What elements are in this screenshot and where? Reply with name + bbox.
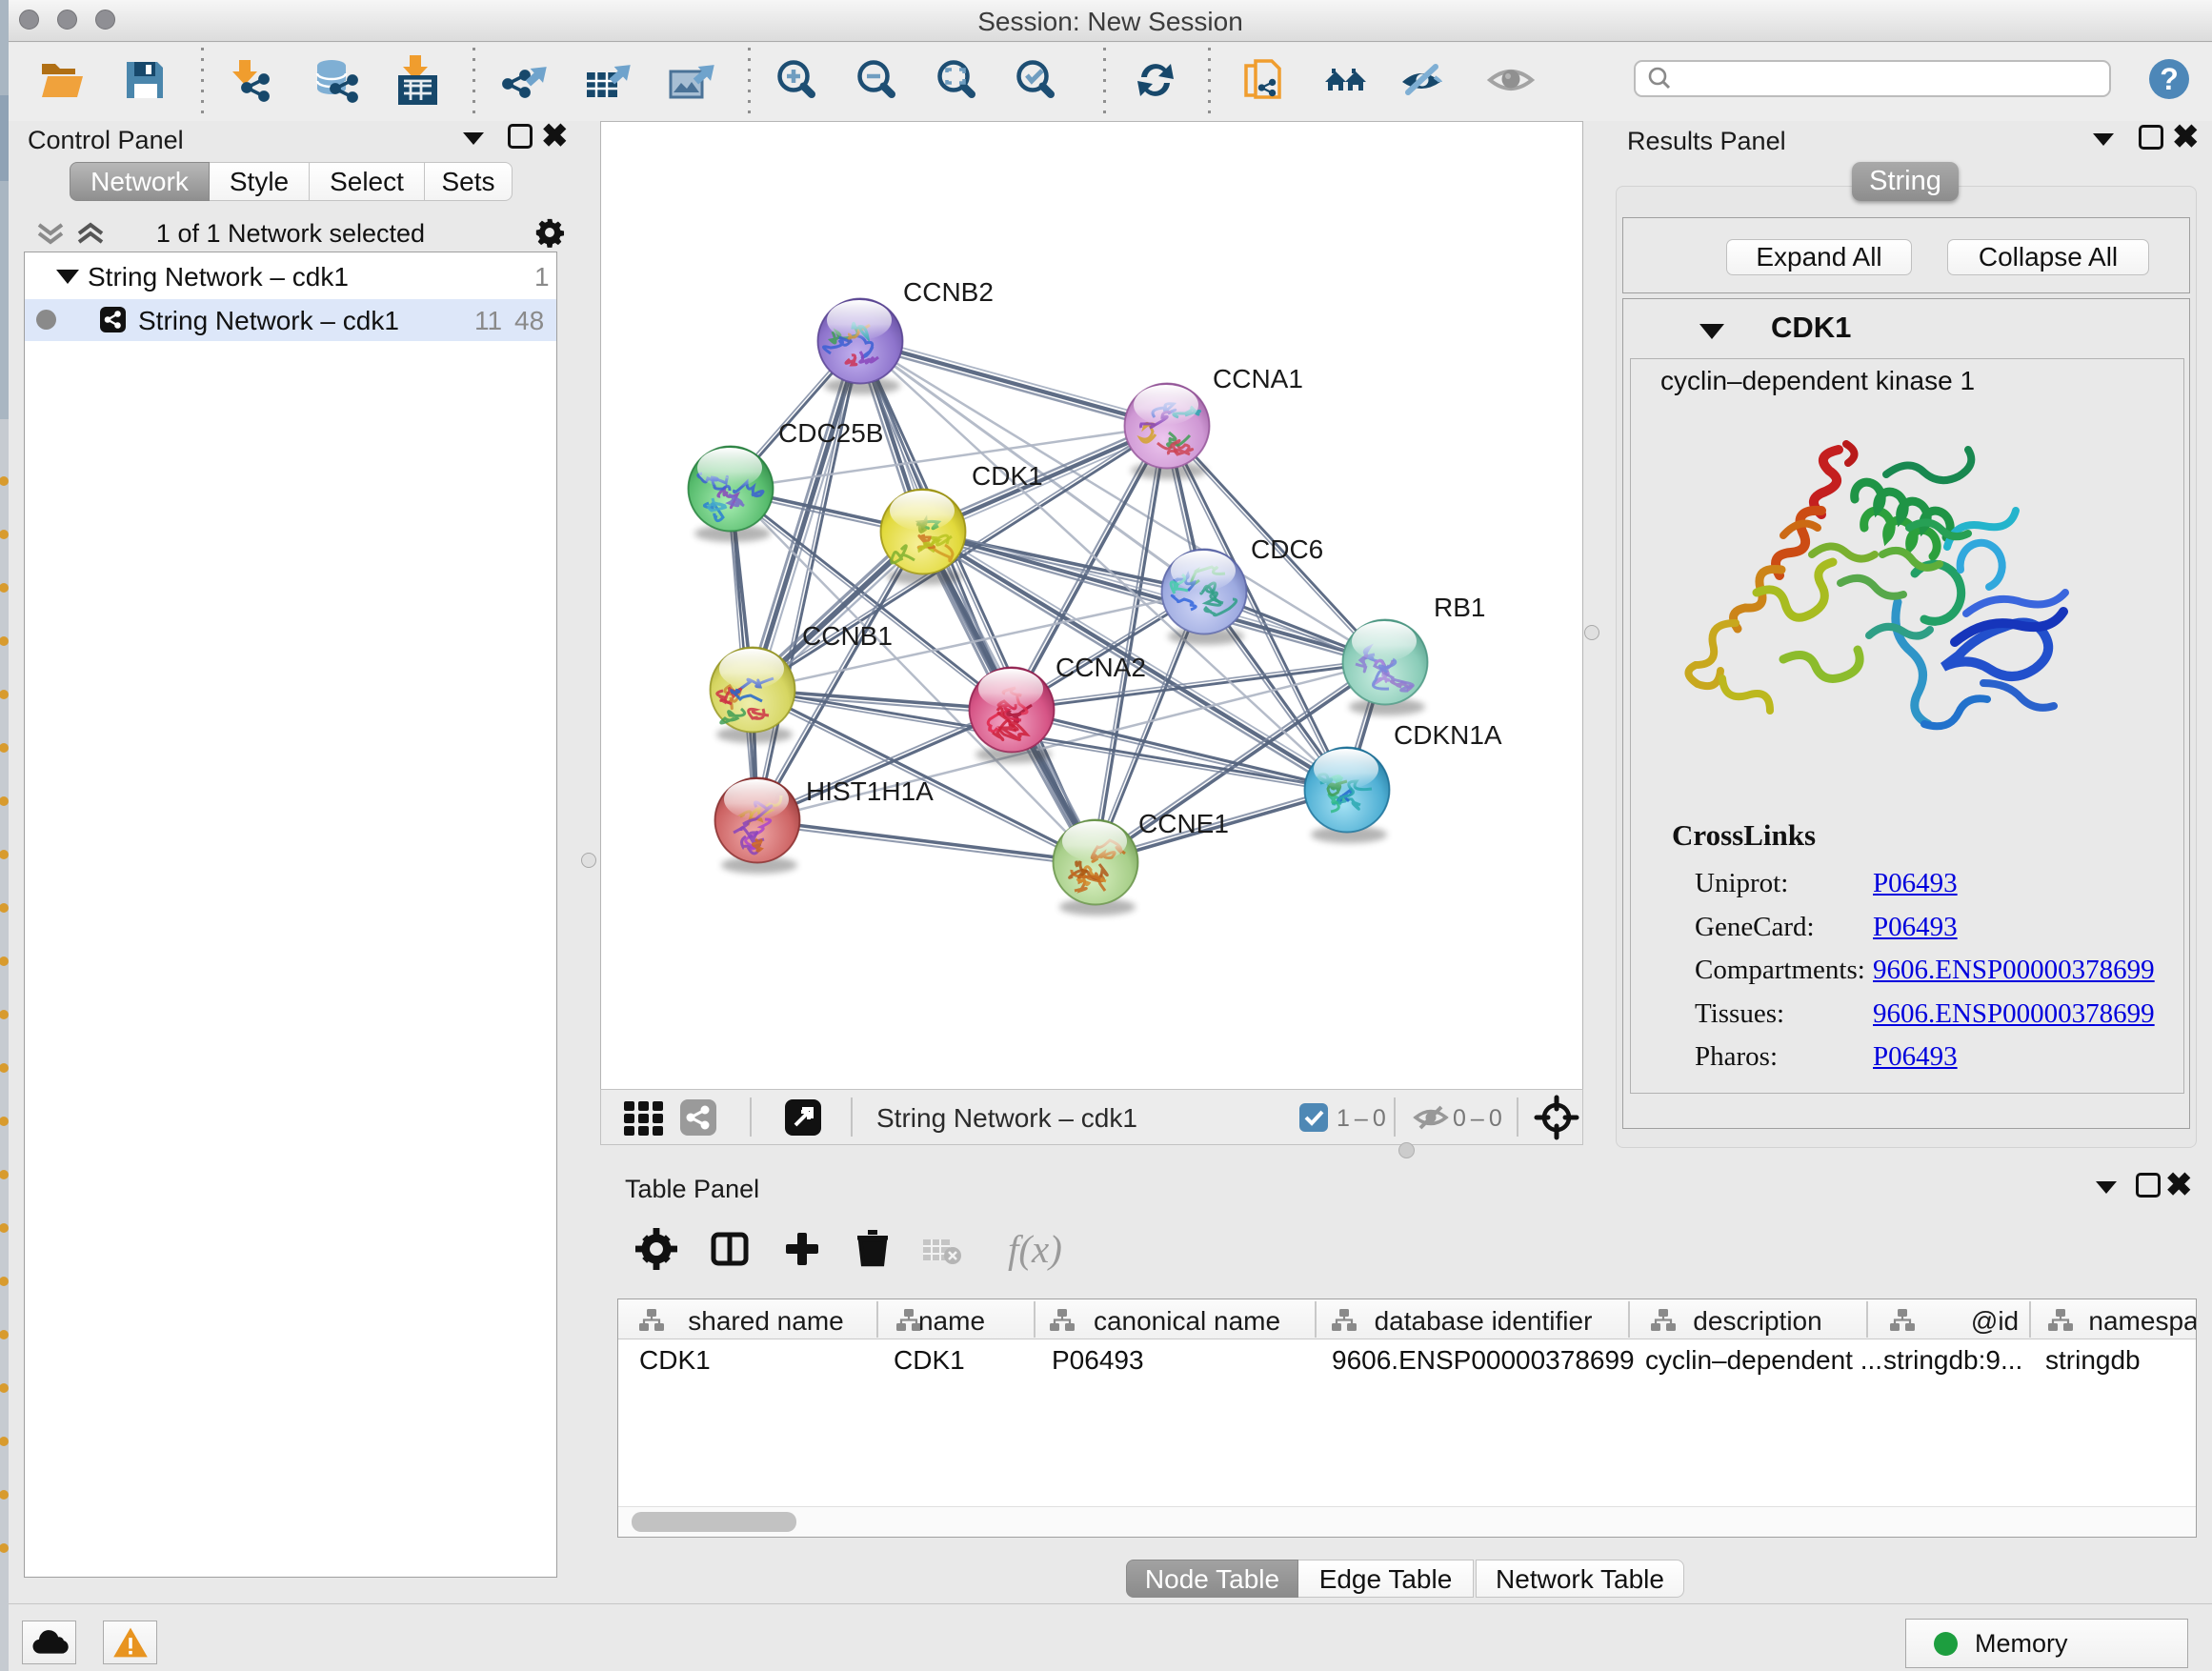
svg-text:namespac: namespac bbox=[2088, 1306, 2196, 1336]
svg-text:name: name bbox=[918, 1306, 985, 1336]
svg-text:f(x): f(x) bbox=[1008, 1227, 1062, 1271]
svg-text:?: ? bbox=[2160, 62, 2179, 96]
svg-text:canonical name: canonical name bbox=[1094, 1306, 1280, 1336]
svg-text:CDC6: CDC6 bbox=[1251, 534, 1323, 564]
svg-text:CDK1: CDK1 bbox=[972, 461, 1043, 491]
svg-text:CCNB2: CCNB2 bbox=[903, 277, 994, 307]
svg-text:@id: @id bbox=[1971, 1306, 2019, 1336]
svg-text:RB1: RB1 bbox=[1434, 593, 1485, 622]
svg-text:shared name: shared name bbox=[688, 1306, 843, 1336]
svg-text:HIST1H1A: HIST1H1A bbox=[806, 776, 934, 806]
svg-text:CCNA2: CCNA2 bbox=[1056, 653, 1146, 682]
svg-text:database identifier: database identifier bbox=[1375, 1306, 1593, 1336]
svg-text:CCNA1: CCNA1 bbox=[1213, 364, 1303, 393]
svg-text:0 – 0: 0 – 0 bbox=[1453, 1105, 1502, 1132]
svg-text:CDKN1A: CDKN1A bbox=[1394, 720, 1502, 750]
svg-text:CDC25B: CDC25B bbox=[778, 418, 883, 448]
svg-text:CCNE1: CCNE1 bbox=[1138, 809, 1229, 838]
svg-text:String Network – cdk1: String Network – cdk1 bbox=[876, 1103, 1137, 1133]
svg-text:1 – 0: 1 – 0 bbox=[1337, 1105, 1386, 1132]
svg-text:CCNB1: CCNB1 bbox=[802, 621, 893, 651]
svg-text:description: description bbox=[1693, 1306, 1821, 1336]
